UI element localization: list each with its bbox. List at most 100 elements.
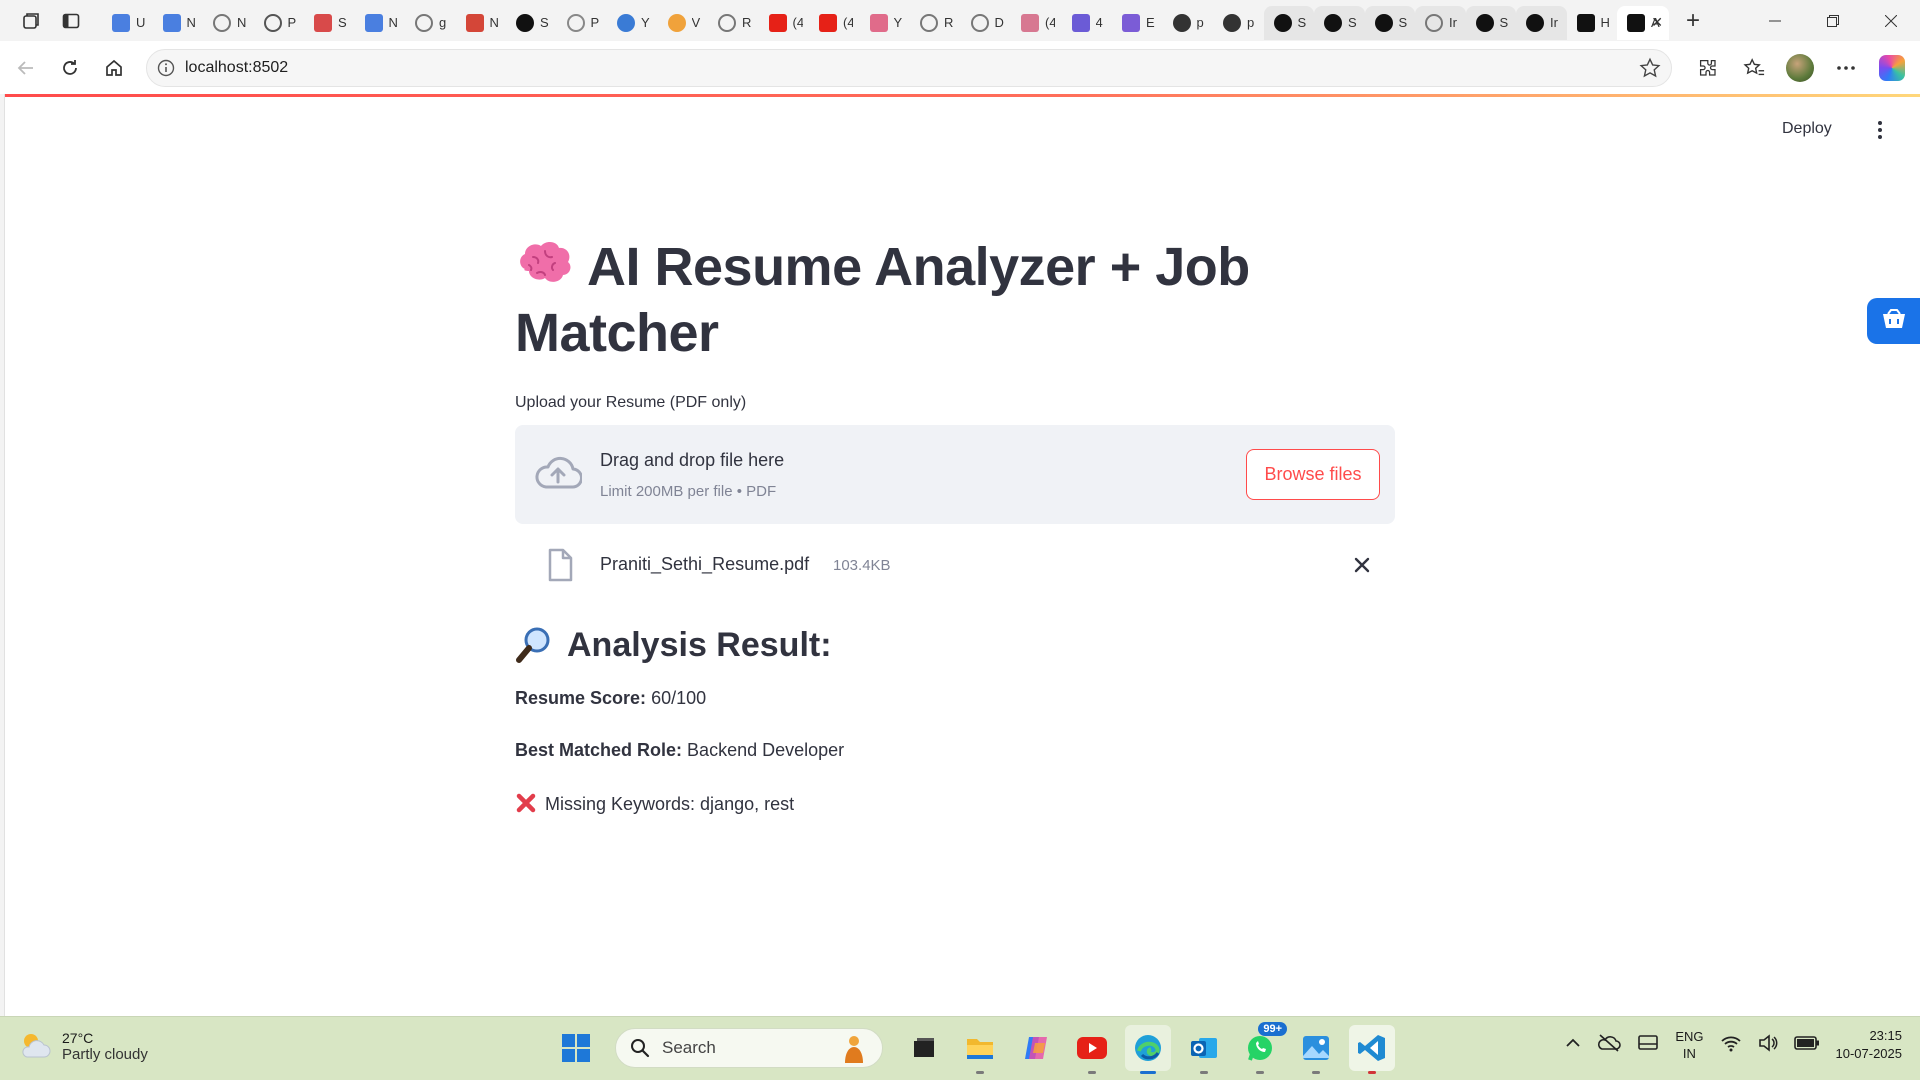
- brain-icon: [520, 242, 571, 282]
- browser-tab[interactable]: S: [1263, 5, 1314, 40]
- weather-widget[interactable]: 27°C Partly cloudy: [18, 1029, 148, 1063]
- tab-title: S: [1297, 15, 1307, 30]
- display-icon[interactable]: [1637, 1034, 1659, 1057]
- browser-tab[interactable]: H: [1567, 6, 1618, 40]
- browse-files-button[interactable]: Browse files: [1246, 449, 1380, 500]
- browser-tab[interactable]: N: [456, 6, 507, 40]
- photos-icon[interactable]: [1293, 1025, 1339, 1074]
- edge-browser-icon[interactable]: [1125, 1025, 1171, 1074]
- browser-tab[interactable]: S: [1465, 5, 1516, 40]
- browser-tab[interactable]: S: [304, 6, 355, 40]
- youtube-app-icon[interactable]: [1069, 1025, 1115, 1074]
- browser-tab[interactable]: E: [1112, 6, 1163, 40]
- tab-title: Y: [641, 15, 650, 30]
- search-icon: [631, 1039, 650, 1058]
- browser-tab[interactable]: N: [153, 6, 204, 40]
- pdf-icon: [314, 13, 332, 32]
- browser-tab[interactable]: g: [405, 6, 456, 40]
- browser-tab[interactable]: Y: [860, 6, 911, 40]
- volume-icon[interactable]: [1758, 1033, 1778, 1057]
- browser-tab[interactable]: p: [1213, 6, 1264, 40]
- extensions-icon[interactable]: [1688, 49, 1728, 87]
- workspaces-icon[interactable]: [18, 8, 44, 34]
- tab-title: 4: [1095, 15, 1103, 30]
- refresh-button[interactable]: [52, 50, 88, 86]
- partly-cloudy-icon: [18, 1029, 52, 1063]
- browser-tab[interactable]: S: [1364, 5, 1415, 40]
- browser-tab[interactable]: 4: [1062, 6, 1113, 40]
- copilot-icon[interactable]: [1872, 49, 1912, 87]
- role-label: Best Matched Role:: [515, 740, 683, 760]
- tab-title: P: [287, 15, 297, 30]
- browser-tab[interactable]: P: [557, 6, 608, 40]
- favorite-star-icon[interactable]: [1639, 57, 1661, 84]
- clock[interactable]: 23:15 10-07-2025: [1836, 1027, 1903, 1063]
- browser-tab[interactable]: (4: [1011, 6, 1062, 40]
- file-explorer-icon[interactable]: [957, 1025, 1003, 1074]
- profile-avatar[interactable]: [1780, 49, 1820, 87]
- tab-title: Ir: [1449, 15, 1457, 30]
- browser-tab[interactable]: N: [355, 6, 406, 40]
- copilot-app-icon[interactable]: [1013, 1025, 1059, 1071]
- file-name: Praniti_Sethi_Resume.pdf: [600, 554, 810, 574]
- url-text[interactable]: localhost:8502: [185, 59, 288, 77]
- browser-tab[interactable]: Ir: [1516, 5, 1567, 40]
- onedrive-icon[interactable]: [1597, 1033, 1622, 1058]
- favorites-icon[interactable]: [1734, 49, 1774, 87]
- show-hidden-icons[interactable]: [1565, 1036, 1581, 1054]
- vscode-icon[interactable]: [1349, 1025, 1395, 1074]
- browser-tab[interactable]: (4: [759, 6, 810, 40]
- minimize-button[interactable]: [1746, 0, 1804, 41]
- browser-tab[interactable]: Ir: [1415, 5, 1466, 40]
- main-menu-icon[interactable]: [1870, 118, 1890, 142]
- whatsapp-icon[interactable]: 99+: [1237, 1022, 1287, 1074]
- taskbar-search[interactable]: Search: [615, 1028, 883, 1068]
- browser-tab[interactable]: p: [1163, 6, 1214, 40]
- browser-tab[interactable]: P: [254, 6, 305, 40]
- battery-icon[interactable]: [1793, 1035, 1820, 1056]
- browser-tab[interactable]: Y: [607, 6, 658, 40]
- tab-title: S: [1398, 15, 1408, 30]
- shopping-widget-icon[interactable]: [1867, 298, 1920, 344]
- tab-title: Y: [893, 15, 903, 30]
- close-window-button[interactable]: [1862, 0, 1920, 41]
- browser-tab[interactable]: S: [1314, 5, 1365, 40]
- language-indicator[interactable]: ENG IN: [1675, 1028, 1703, 1062]
- back-button[interactable]: [8, 50, 44, 86]
- browser-tab[interactable]: D: [961, 6, 1012, 40]
- browser-tab[interactable]: S: [506, 6, 557, 40]
- browser-tab[interactable]: U: [102, 6, 153, 40]
- docs-icon: [112, 13, 130, 32]
- browser-tab[interactable]: V: [658, 6, 709, 40]
- new-tab-button[interactable]: +: [1675, 3, 1711, 39]
- browser-tab[interactable]: (4: [809, 6, 860, 40]
- browser-tab[interactable]: R: [910, 6, 961, 40]
- address-bar[interactable]: localhost:8502: [146, 49, 1672, 87]
- tab-actions-icon[interactable]: [58, 8, 84, 34]
- whatsapp-badge: 99+: [1258, 1022, 1287, 1036]
- weather-desc: Partly cloudy: [62, 1045, 148, 1063]
- wifi-icon[interactable]: [1720, 1034, 1742, 1057]
- start-button[interactable]: [553, 1025, 599, 1071]
- file-dropzone[interactable]: Drag and drop file here Limit 200MB per …: [515, 425, 1395, 524]
- m-icon: [566, 13, 585, 32]
- tab-title: p: [1196, 15, 1204, 30]
- deploy-button[interactable]: Deploy: [1782, 120, 1832, 138]
- task-view-icon[interactable]: [901, 1025, 947, 1071]
- outlook-icon[interactable]: [1181, 1025, 1227, 1074]
- role-value: Backend Developer: [687, 740, 845, 760]
- close-tab-icon[interactable]: ✕: [1651, 14, 1663, 31]
- swirl-icon: [1627, 13, 1645, 32]
- browser-tab[interactable]: A ✕: [1617, 5, 1669, 40]
- browser-tab[interactable]: N: [203, 6, 254, 40]
- site-info-icon[interactable]: [155, 57, 177, 79]
- crown-icon: [1324, 13, 1342, 32]
- github-icon: [1172, 13, 1191, 32]
- home-button[interactable]: [96, 50, 132, 86]
- page-viewport: Deploy AI Resume Analyzer + Job Matcher U…: [4, 94, 1920, 1016]
- remove-file-icon[interactable]: [1353, 556, 1371, 579]
- browser-tab[interactable]: R: [708, 6, 759, 40]
- restore-button[interactable]: [1804, 0, 1862, 41]
- more-menu-icon[interactable]: [1826, 49, 1866, 87]
- tab-title: S: [338, 15, 347, 30]
